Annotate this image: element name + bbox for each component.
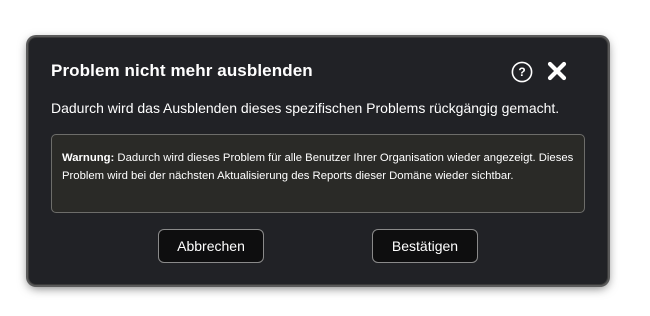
dialog-description: Dadurch wird das Ausblenden dieses spezi…	[51, 100, 560, 116]
warning-box: Warnung: Dadurch wird dieses Problem für…	[51, 134, 585, 213]
close-icon[interactable]	[546, 60, 568, 82]
cancel-button[interactable]: Abbrechen	[158, 229, 264, 263]
dialog-title: Problem nicht mehr ausblenden	[51, 61, 313, 80]
unhide-problem-dialog: Problem nicht mehr ausblenden ? Dadurch …	[28, 37, 608, 285]
help-icon[interactable]: ?	[511, 61, 533, 83]
svg-text:?: ?	[518, 65, 525, 79]
page: Problem nicht mehr ausblenden ? Dadurch …	[0, 0, 650, 316]
confirm-button[interactable]: Bestätigen	[372, 229, 478, 263]
warning-label: Warnung:	[62, 152, 115, 164]
warning-text: Dadurch wird dieses Problem für alle Ben…	[62, 152, 574, 182]
